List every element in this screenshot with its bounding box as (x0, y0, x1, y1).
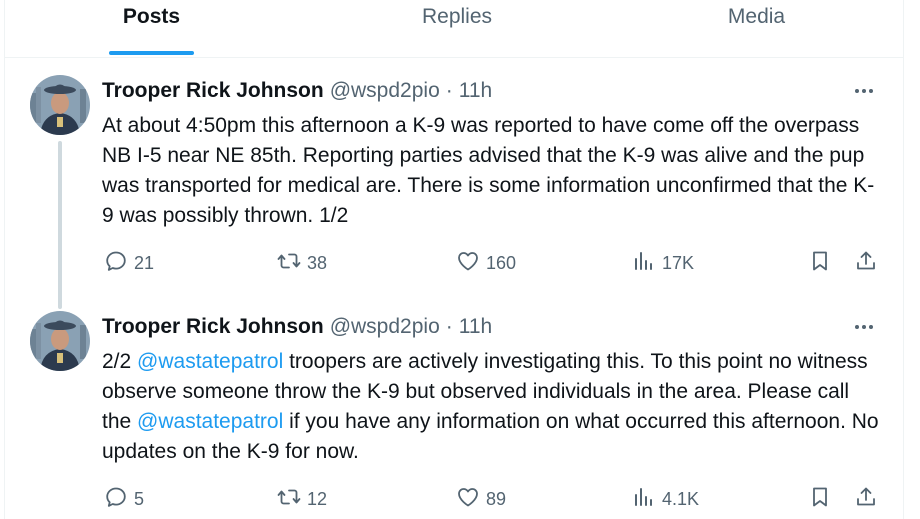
tab-media[interactable]: Media (704, 0, 809, 57)
like-count: 160 (486, 252, 517, 273)
thread-connector-line (58, 141, 62, 309)
post-header: Trooper Rick Johnson @wspd2pio · 11h (102, 79, 492, 103)
author-handle[interactable]: @wspd2pio (330, 315, 440, 339)
repost-button[interactable]: 38 (277, 248, 327, 278)
bookmark-button[interactable] (808, 484, 832, 514)
bookmark-icon (808, 485, 832, 514)
mention-link[interactable]: @wastatepatrol (137, 410, 283, 433)
more-icon[interactable] (850, 79, 878, 103)
views-icon (632, 249, 656, 278)
post[interactable]: Trooper Rick Johnson @wspd2pio · 11h 2/2… (4, 295, 904, 519)
avatar[interactable] (30, 311, 90, 371)
share-button[interactable] (854, 248, 878, 278)
post[interactable]: Trooper Rick Johnson @wspd2pio · 11h At … (4, 59, 904, 309)
views-count: 4.1K (662, 488, 700, 509)
post-text: At about 4:50pm this afternoon a K-9 was… (102, 111, 882, 231)
share-button[interactable] (854, 484, 878, 514)
post-time[interactable]: 11h (459, 79, 492, 103)
reply-icon (104, 249, 128, 278)
bookmark-icon (808, 249, 832, 278)
separator-dot: · (445, 315, 453, 338)
tab-posts[interactable]: Posts (104, 0, 199, 57)
mention-link[interactable]: @wastatepatrol (137, 350, 283, 373)
views-button[interactable]: 4.1K (632, 484, 699, 514)
post-time[interactable]: 11h (459, 315, 492, 339)
reply-count: 5 (134, 488, 145, 509)
repost-icon (277, 485, 301, 514)
views-count: 17K (662, 252, 695, 273)
reply-button[interactable]: 21 (104, 248, 154, 278)
author-name[interactable]: Trooper Rick Johnson (102, 79, 324, 103)
reply-icon (104, 485, 128, 514)
post-actions: 5 12 89 4.1K (102, 484, 878, 514)
profile-tabs: Posts Replies Media (4, 0, 904, 58)
reply-button[interactable]: 5 (104, 484, 144, 514)
post-text-segment: At about 4:50pm this afternoon a K-9 was… (102, 114, 875, 227)
reply-count: 21 (134, 252, 155, 273)
like-button[interactable]: 89 (456, 484, 506, 514)
repost-count: 38 (307, 252, 328, 273)
post-text: 2/2 @wastatepatrol troopers are actively… (102, 347, 882, 467)
tab-replies[interactable]: Replies (402, 0, 512, 57)
separator-dot: · (445, 79, 453, 102)
views-button[interactable]: 17K (632, 248, 694, 278)
tab-replies-label: Replies (421, 5, 493, 28)
more-icon[interactable] (850, 315, 878, 339)
share-icon (854, 485, 878, 514)
tab-posts-label: Posts (122, 5, 181, 28)
repost-icon (277, 249, 301, 278)
tab-media-label: Media (727, 5, 786, 28)
like-button[interactable]: 160 (456, 248, 516, 278)
post-header: Trooper Rick Johnson @wspd2pio · 11h (102, 315, 492, 339)
like-count: 89 (486, 488, 507, 509)
post-text-segment: 2/2 (102, 350, 138, 373)
repost-button[interactable]: 12 (277, 484, 327, 514)
share-icon (854, 249, 878, 278)
heart-icon (456, 249, 480, 278)
views-icon (632, 485, 656, 514)
avatar[interactable] (30, 75, 90, 135)
bookmark-button[interactable] (808, 248, 832, 278)
post-actions: 21 38 160 17K (102, 248, 878, 278)
author-handle[interactable]: @wspd2pio (330, 79, 440, 103)
author-name[interactable]: Trooper Rick Johnson (102, 315, 324, 339)
heart-icon (456, 485, 480, 514)
active-tab-indicator (109, 51, 194, 55)
repost-count: 12 (307, 488, 328, 509)
